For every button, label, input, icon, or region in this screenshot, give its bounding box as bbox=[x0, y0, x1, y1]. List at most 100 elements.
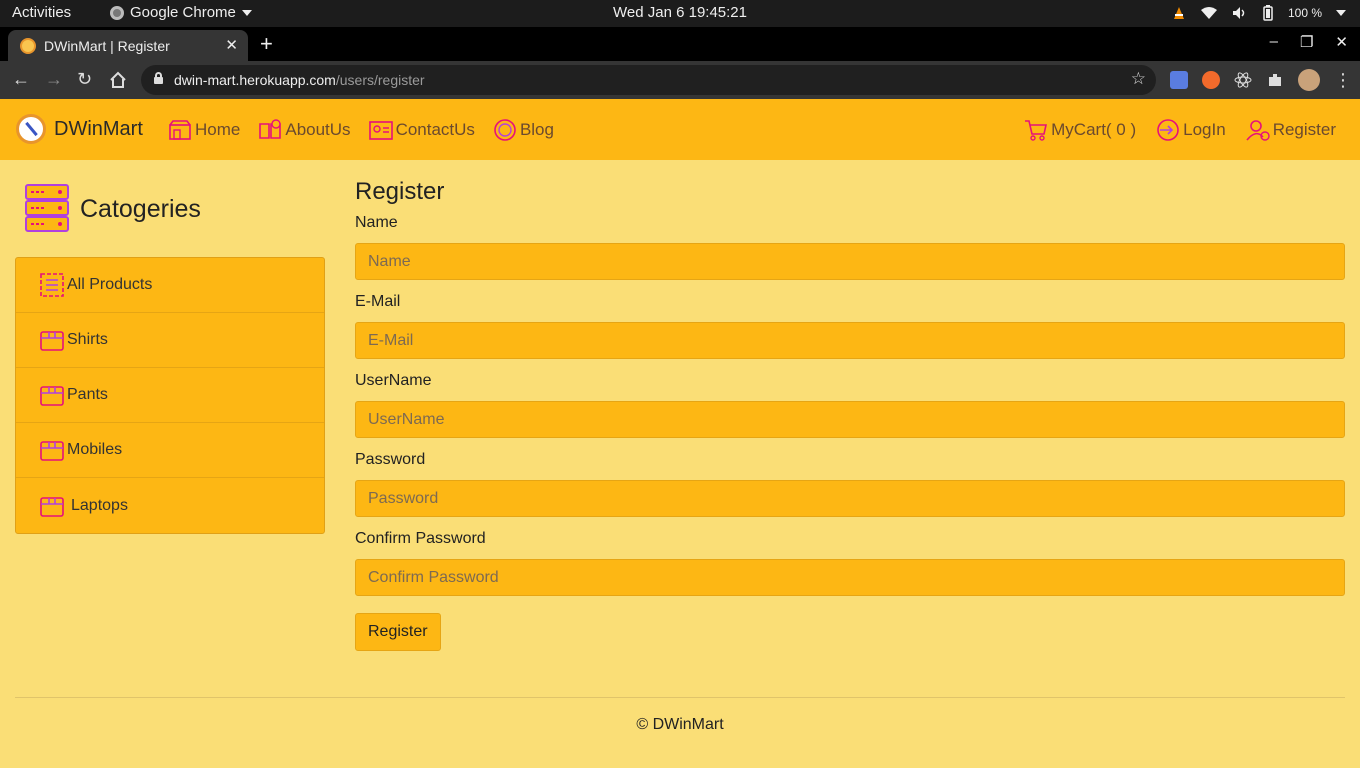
forward-icon[interactable]: → bbox=[45, 69, 63, 90]
nav-login-label: LogIn bbox=[1183, 120, 1226, 139]
add-user-icon bbox=[1246, 120, 1270, 141]
url-host: dwin-mart.herokuapp.com bbox=[174, 72, 336, 88]
category-all-products[interactable]: All Products bbox=[16, 258, 324, 313]
nav-blog-label: Blog bbox=[519, 120, 554, 139]
name-field[interactable] bbox=[355, 243, 1345, 280]
extension-icon[interactable] bbox=[1202, 71, 1220, 89]
browser-toolbar: ← → ↻ dwin-mart.herokuapp.com/users/regi… bbox=[0, 61, 1360, 99]
password-field[interactable] bbox=[355, 480, 1345, 517]
wifi-icon bbox=[1200, 7, 1217, 19]
category-label: Mobiles bbox=[67, 441, 123, 458]
extensions-puzzle-icon[interactable] bbox=[1266, 71, 1284, 89]
home-icon[interactable] bbox=[109, 71, 127, 89]
password-group: Password bbox=[355, 451, 1345, 517]
brand-name: DWinMart bbox=[54, 117, 143, 140]
category-mobiles[interactable]: Mobiles bbox=[16, 423, 324, 478]
categories-header: Catogeries bbox=[24, 183, 201, 235]
footer-copyright: © DWinMart bbox=[636, 716, 724, 733]
box-icon bbox=[40, 331, 64, 351]
window-controls: – ❐ ✕ bbox=[1270, 33, 1348, 51]
nav-mycart-link[interactable]: MyCart( 0 ) bbox=[1024, 119, 1136, 141]
category-label: Pants bbox=[67, 386, 108, 403]
battery-level: 100 % bbox=[1287, 6, 1322, 20]
username-group: UserName bbox=[355, 372, 1345, 438]
chevron-down-icon bbox=[1336, 10, 1346, 16]
category-label: Laptops bbox=[71, 496, 128, 514]
category-label: Shirts bbox=[67, 331, 108, 348]
site-navbar: DWinMart Home AboutUs ContactUs Blog MyC… bbox=[0, 99, 1360, 160]
cart-icon bbox=[1025, 120, 1048, 141]
minimize-icon[interactable]: – bbox=[1270, 33, 1278, 51]
username-field[interactable] bbox=[355, 401, 1345, 438]
contact-card-icon bbox=[368, 121, 393, 140]
email-label: E-Mail bbox=[355, 293, 401, 310]
url-path: /users/register bbox=[335, 72, 425, 88]
page-title: Register bbox=[355, 178, 445, 205]
vlc-icon bbox=[1173, 7, 1184, 19]
url-text: dwin-mart.herokuapp.com/users/register bbox=[174, 72, 425, 88]
system-clock[interactable]: Wed Jan 6 19:45:21 bbox=[0, 4, 1360, 21]
email-group: E-Mail bbox=[355, 293, 1345, 359]
info-book-icon bbox=[259, 119, 282, 139]
box-icon bbox=[40, 496, 64, 517]
volume-icon bbox=[1232, 7, 1245, 19]
category-label: All Products bbox=[67, 276, 153, 293]
register-form: Register Name E-Mail UserName Password C… bbox=[355, 178, 1345, 651]
browser-tab[interactable]: DWinMart | Register ✕ bbox=[8, 30, 248, 61]
name-group: Name bbox=[355, 214, 1345, 280]
back-icon[interactable]: ← bbox=[12, 69, 30, 90]
nav-aboutus-label: AboutUs bbox=[285, 120, 351, 139]
translate-extension-icon[interactable] bbox=[1170, 71, 1188, 89]
category-shirts[interactable]: Shirts bbox=[16, 313, 324, 368]
system-top-bar: Activities Google Chrome Wed Jan 6 19:45… bbox=[0, 0, 1360, 27]
profile-avatar[interactable] bbox=[1298, 69, 1320, 91]
reload-icon[interactable]: ↻ bbox=[77, 69, 92, 90]
restore-icon[interactable]: ❐ bbox=[1300, 33, 1313, 51]
react-devtools-icon[interactable] bbox=[1234, 71, 1252, 89]
tab-strip: DWinMart | Register ✕ bbox=[0, 27, 1360, 61]
username-label: UserName bbox=[355, 372, 432, 389]
lock-icon bbox=[154, 72, 163, 84]
confirm-password-group: Confirm Password bbox=[355, 530, 1345, 596]
list-icon bbox=[40, 273, 64, 297]
nav-register-link[interactable]: Register bbox=[1246, 119, 1336, 141]
box-icon bbox=[40, 386, 64, 406]
category-laptops[interactable]: Laptops bbox=[16, 478, 324, 533]
blog-icon bbox=[494, 119, 516, 141]
password-label: Password bbox=[355, 451, 426, 468]
email-field[interactable] bbox=[355, 322, 1345, 359]
system-tray[interactable]: 100 % bbox=[1172, 5, 1346, 21]
nav-aboutus-link[interactable]: AboutUs bbox=[258, 119, 351, 141]
nav-home-link[interactable]: Home bbox=[168, 119, 240, 141]
site-favicon-icon bbox=[20, 38, 36, 54]
nav-register-label: Register bbox=[1272, 120, 1336, 139]
server-stack-icon bbox=[25, 184, 69, 232]
login-icon bbox=[1157, 119, 1179, 141]
main-nav: Home AboutUs ContactUs Blog bbox=[168, 119, 554, 141]
nav-blog-link[interactable]: Blog bbox=[493, 119, 554, 141]
nav-login-link[interactable]: LogIn bbox=[1156, 119, 1226, 141]
name-label: Name bbox=[355, 214, 398, 231]
user-nav: MyCart( 0 ) LogIn Register bbox=[1024, 119, 1336, 141]
new-tab-icon[interactable]: + bbox=[260, 31, 273, 57]
category-pants[interactable]: Pants bbox=[16, 368, 324, 423]
nav-contactus-label: ContactUs bbox=[395, 120, 475, 139]
close-window-icon[interactable]: ✕ bbox=[1335, 33, 1348, 51]
tab-title: DWinMart | Register bbox=[44, 38, 170, 54]
categories-title: Catogeries bbox=[80, 194, 201, 223]
extensions-area: ⋮ bbox=[1170, 69, 1352, 91]
nav-mycart-label: MyCart( 0 ) bbox=[1051, 120, 1137, 139]
battery-icon bbox=[1263, 5, 1273, 21]
brand-link[interactable]: DWinMart bbox=[16, 114, 143, 144]
close-tab-icon[interactable]: ✕ bbox=[225, 36, 238, 54]
address-bar[interactable]: dwin-mart.herokuapp.com/users/register ☆ bbox=[141, 65, 1156, 95]
box-icon bbox=[40, 441, 64, 461]
footer-divider bbox=[15, 697, 1345, 698]
nav-contactus-link[interactable]: ContactUs bbox=[368, 119, 475, 141]
bookmark-star-icon[interactable]: ☆ bbox=[1131, 69, 1146, 89]
compass-logo-icon bbox=[16, 114, 46, 144]
register-button[interactable]: Register bbox=[355, 613, 441, 651]
menu-kebab-icon[interactable]: ⋮ bbox=[1334, 70, 1352, 91]
confirm-password-field[interactable] bbox=[355, 559, 1345, 596]
nav-home-label: Home bbox=[195, 120, 241, 139]
